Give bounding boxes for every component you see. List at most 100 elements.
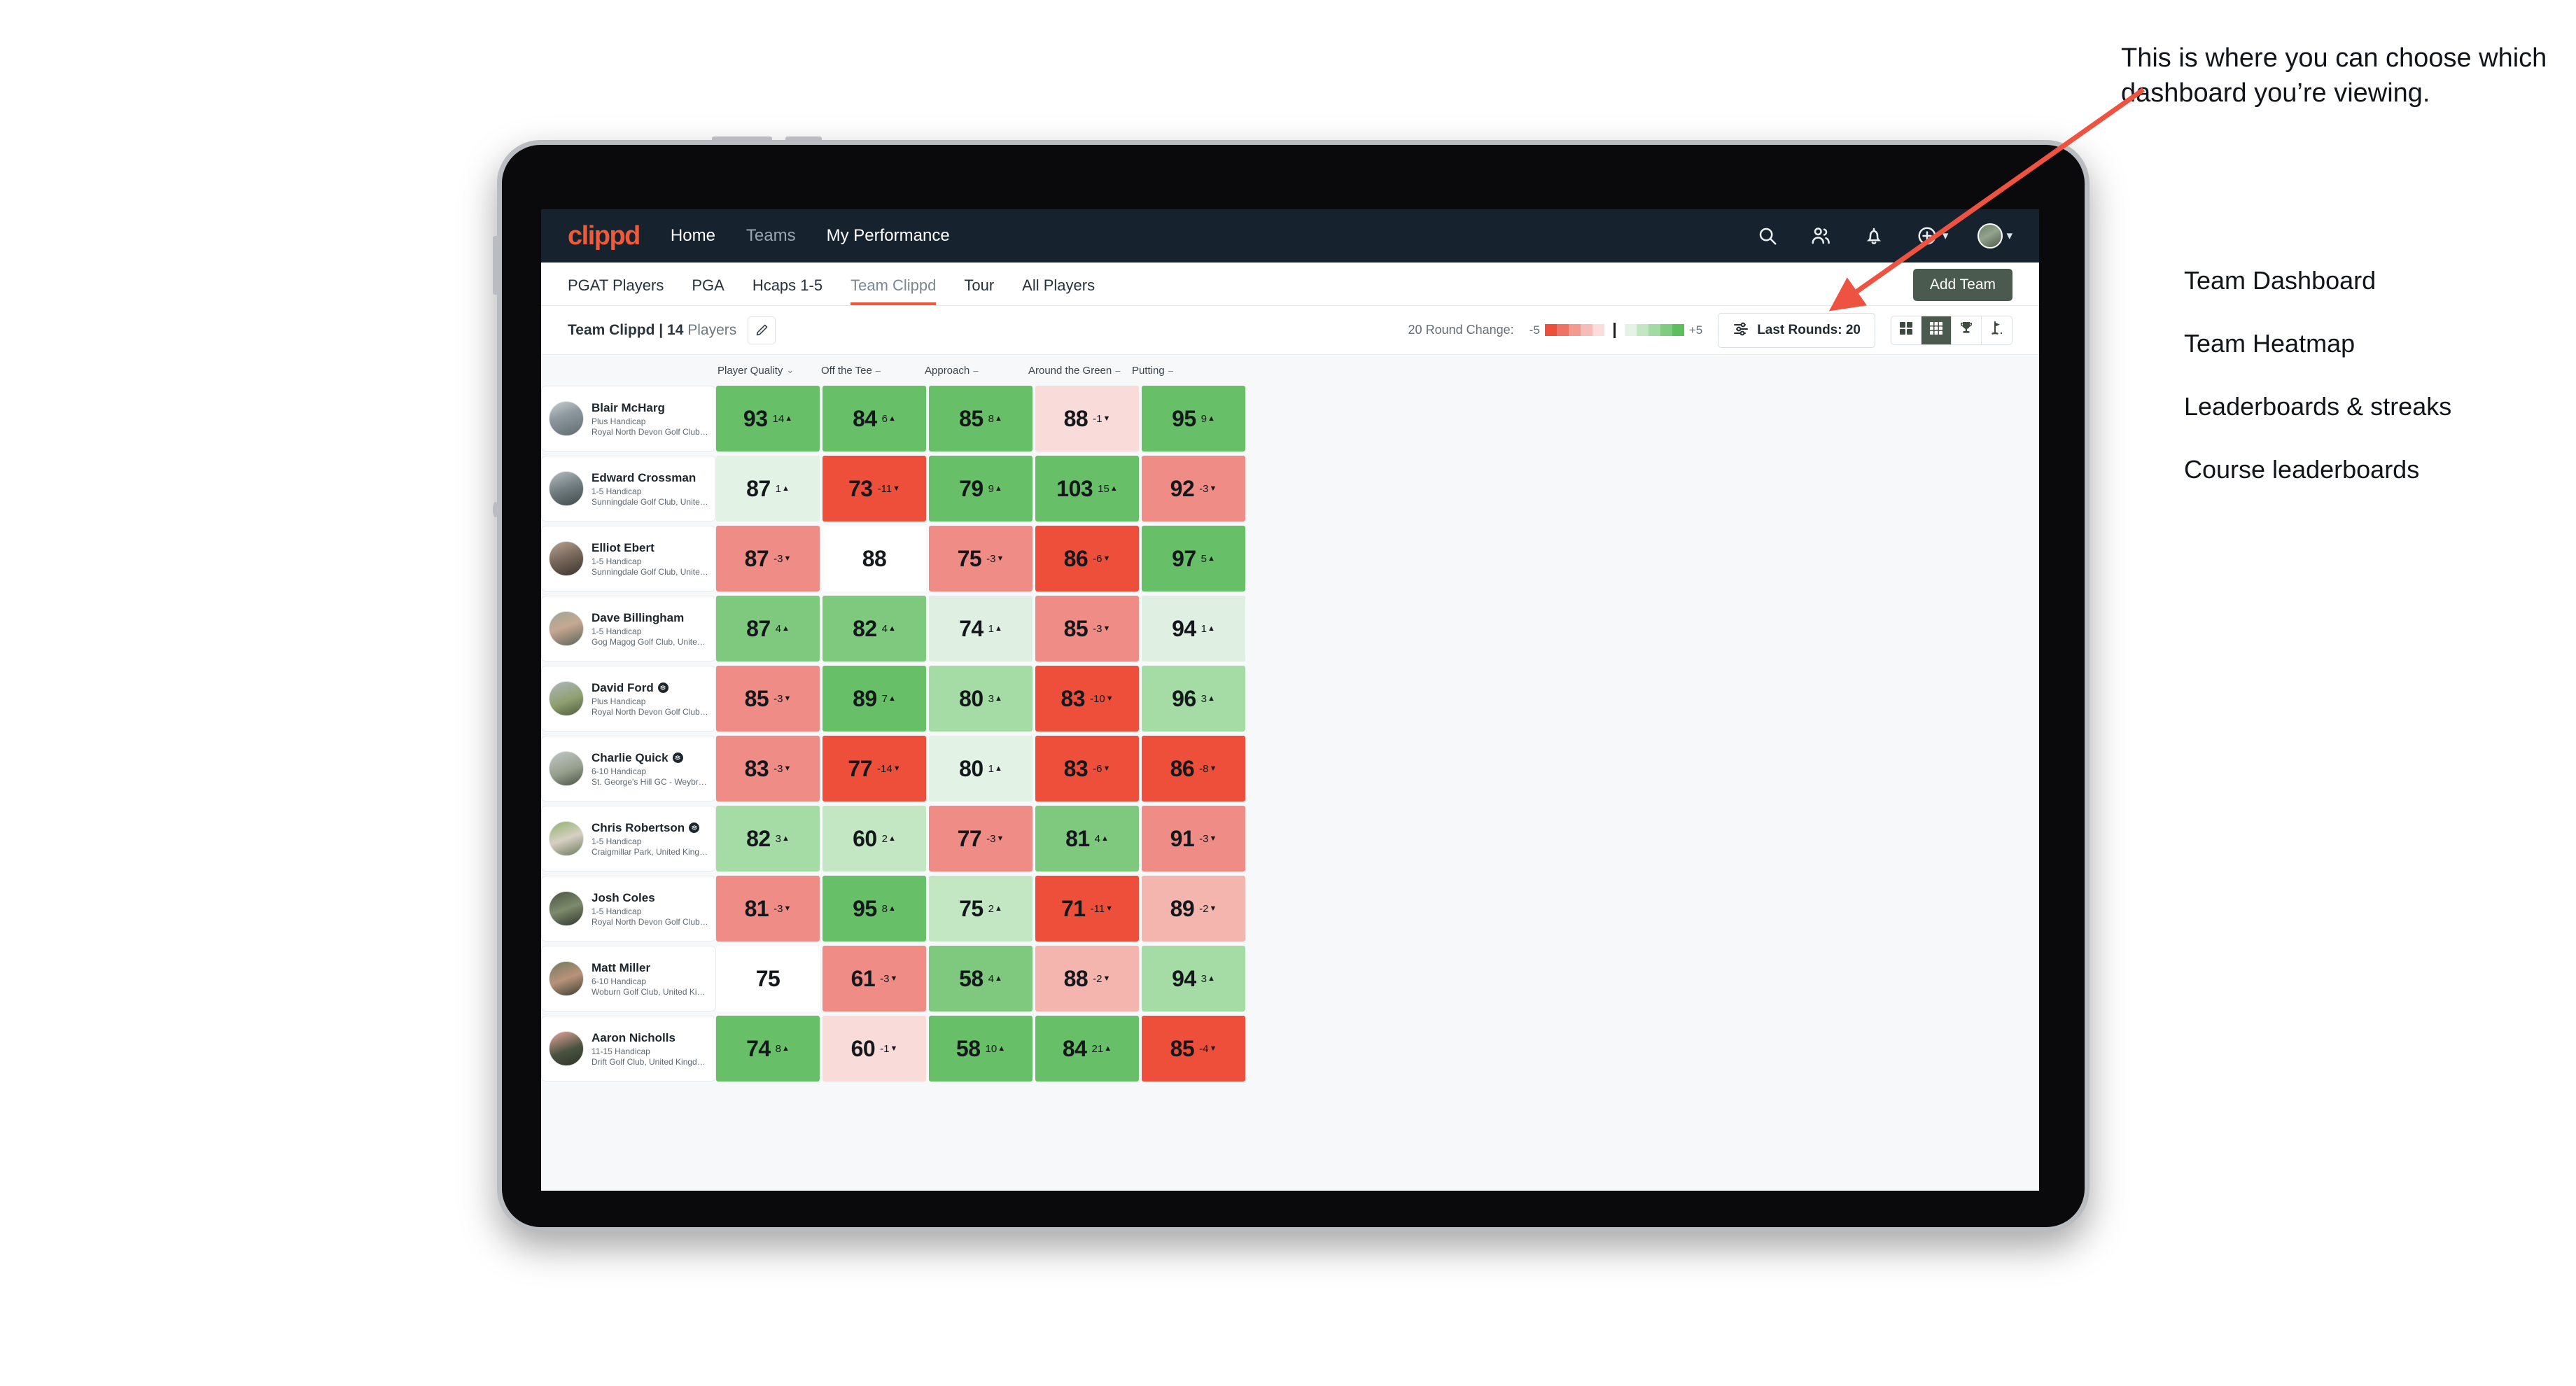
tab-tour[interactable]: Tour <box>964 276 994 305</box>
heatmap-cell[interactable]: 91 -3 ▼ <box>1142 806 1245 872</box>
cell-delta-value: 9 <box>988 482 995 495</box>
cell-delta: 7 ▲ <box>882 693 896 705</box>
player-card[interactable]: Elliot Ebert 1-5 Handicap Sunningdale Golf… <box>541 526 716 592</box>
heatmap-cell[interactable]: 82 4 ▲ <box>822 596 926 662</box>
column-header-around-the-green[interactable]: Around the Green – <box>1027 365 1130 377</box>
heatmap-cell[interactable]: 97 5 ▲ <box>1142 526 1245 592</box>
heatmap-cell[interactable]: 60 2 ▲ <box>822 806 926 872</box>
heatmap-cell[interactable]: 86 -8 ▼ <box>1142 736 1245 802</box>
heatmap-cell[interactable]: 77 -14 ▼ <box>822 736 926 802</box>
cell-delta-value: 10 <box>985 1042 997 1055</box>
arrow-down-icon: ▼ <box>890 1044 898 1053</box>
heatmap-cell[interactable]: 61 -3 ▼ <box>822 946 926 1011</box>
search-icon[interactable] <box>1756 224 1779 248</box>
heatmap-cell[interactable]: 81 4 ▲ <box>1035 806 1139 872</box>
heatmap-cell[interactable]: 83 -3 ▼ <box>716 736 820 802</box>
heatmap-cell[interactable]: 75 2 ▲ <box>929 876 1032 941</box>
heatmap-cell[interactable]: 84 21 ▲ <box>1035 1016 1139 1082</box>
cell-delta: 1 ▲ <box>988 623 1002 635</box>
cell-delta: -14 ▼ <box>877 763 901 775</box>
heatmap-cell[interactable]: 92 -3 ▼ <box>1142 456 1245 522</box>
heatmap-cell[interactable]: 73 -11 ▼ <box>822 456 926 522</box>
heatmap-cell[interactable]: 85 -3 ▼ <box>1035 596 1139 662</box>
player-card[interactable]: Aaron Nicholls 11-15 Handicap Drift Golf C… <box>541 1016 716 1082</box>
team-player-count: 14 <box>667 321 684 338</box>
cell-delta-value: 7 <box>881 692 888 705</box>
player-info: Blair McHarg Plus Handicap Royal North Dev… <box>592 401 708 437</box>
heatmap-cell[interactable]: 95 9 ▲ <box>1142 386 1245 451</box>
player-avatar <box>549 821 584 856</box>
heatmap-cell[interactable]: 87 4 ▲ <box>716 596 820 662</box>
heatmap-cell[interactable]: 89 -2 ▼ <box>1142 876 1245 941</box>
heatmap-cell[interactable]: 87 -3 ▼ <box>716 526 820 592</box>
heatmap-cell[interactable]: 71 -11 ▼ <box>1035 876 1139 941</box>
clippd-logo[interactable]: clippd <box>568 221 640 251</box>
cell-delta: 4 ▲ <box>776 623 790 635</box>
heatmap-cell[interactable]: 88 -1 ▼ <box>1035 386 1139 451</box>
heatmap-cell[interactable]: 58 10 ▲ <box>929 1016 1032 1082</box>
heatmap-cell[interactable]: 94 3 ▲ <box>1142 946 1245 1011</box>
heatmap-cell[interactable]: 74 8 ▲ <box>716 1016 820 1082</box>
heatmap-cell[interactable]: 85 -3 ▼ <box>716 666 820 732</box>
nav-link-teams[interactable]: Teams <box>746 226 796 246</box>
heatmap-cell[interactable]: 79 9 ▲ <box>929 456 1032 522</box>
tab-pga[interactable]: PGA <box>692 276 724 305</box>
arrow-down-icon: ▼ <box>1209 484 1217 493</box>
column-header-approach[interactable]: Approach – <box>923 365 1027 377</box>
player-name: Dave Billingham <box>592 611 708 625</box>
player-club: Drift Golf Club, United Kingdom <box>592 1056 708 1067</box>
heatmap-cell[interactable]: 74 1 ▲ <box>929 596 1032 662</box>
heatmap-cell[interactable]: 88 <box>822 526 926 592</box>
heatmap-cell[interactable]: 77 -3 ▼ <box>929 806 1032 872</box>
heatmap-cell[interactable]: 84 6 ▲ <box>822 386 926 451</box>
heatmap-cell[interactable]: 81 -3 ▼ <box>716 876 820 941</box>
player-card[interactable]: Blair McHarg Plus Handicap Royal North Dev… <box>541 386 716 451</box>
player-card[interactable]: Josh Coles 1-5 Handicap Royal North Devon … <box>541 876 716 941</box>
player-card[interactable]: Chris Robertson 1-5 Handicap Craigmillar P… <box>541 806 716 872</box>
heatmap-cell[interactable]: 95 8 ▲ <box>822 876 926 941</box>
heatmap-cell[interactable]: 75 <box>716 946 820 1011</box>
heatmap-cell[interactable]: 94 1 ▲ <box>1142 596 1245 662</box>
heatmap-cell[interactable]: 103 15 ▲ <box>1035 456 1139 522</box>
heatmap-cell[interactable]: 93 14 ▲ <box>716 386 820 451</box>
player-card[interactable]: Matt Miller 6-10 Handicap Woburn Golf Club… <box>541 946 716 1011</box>
heatmap-cell[interactable]: 85 -4 ▼ <box>1142 1016 1245 1082</box>
player-card[interactable]: Charlie Quick 6-10 Handicap St. George's H… <box>541 736 716 802</box>
cell-delta: -11 ▼ <box>878 483 900 495</box>
nav-link-home[interactable]: Home <box>671 226 715 246</box>
cell-delta-value: -1 <box>1093 412 1102 425</box>
cell-delta: 3 ▲ <box>1201 973 1215 985</box>
player-card[interactable]: Dave Billingham 1-5 Handicap Gog Magog Gol… <box>541 596 716 662</box>
player-card[interactable]: Edward Crossman 1-5 Handicap Sunningdale G… <box>541 456 716 522</box>
column-header-player-quality[interactable]: Player Quality ⌄ <box>716 365 820 377</box>
heatmap-cell[interactable]: 88 -2 ▼ <box>1035 946 1139 1011</box>
heatmap-cell[interactable]: 96 3 ▲ <box>1142 666 1245 732</box>
cell-delta-value: -11 <box>1090 902 1105 915</box>
column-header-off-the-tee[interactable]: Off the Tee – <box>820 365 923 377</box>
arrow-down-icon: ▼ <box>1102 624 1111 633</box>
player-card[interactable]: David Ford Plus Handicap Royal North Devon… <box>541 666 716 732</box>
heatmap-cell[interactable]: 83 -10 ▼ <box>1035 666 1139 732</box>
tab-team-clippd[interactable]: Team Clippd <box>850 276 937 305</box>
nav-link-my-performance[interactable]: My Performance <box>827 226 950 246</box>
heatmap-cell[interactable]: 80 3 ▲ <box>929 666 1032 732</box>
heatmap-cell[interactable]: 86 -6 ▼ <box>1035 526 1139 592</box>
heatmap-cell[interactable]: 83 -6 ▼ <box>1035 736 1139 802</box>
heatmap-cell[interactable]: 87 1 ▲ <box>716 456 820 522</box>
pencil-icon[interactable] <box>748 316 776 344</box>
tab-all-players[interactable]: All Players <box>1022 276 1095 305</box>
column-header-putting[interactable]: Putting – <box>1130 365 1234 377</box>
heatmap-cell[interactable]: 82 3 ▲ <box>716 806 820 872</box>
screenshot-root: clippd Home Teams My Performance ▾ ▾ PGA… <box>0 0 2576 1386</box>
tab-pgat-players[interactable]: PGAT Players <box>568 276 664 305</box>
team-separator: | <box>659 321 664 338</box>
heatmap-cell[interactable]: 85 8 ▲ <box>929 386 1032 451</box>
heatmap-cell[interactable]: 80 1 ▲ <box>929 736 1032 802</box>
tab-hcaps-1-5[interactable]: Hcaps 1-5 <box>752 276 822 305</box>
cell-value: 92 <box>1170 475 1195 501</box>
heatmap-cell[interactable]: 58 4 ▲ <box>929 946 1032 1011</box>
cell-value: 83 <box>1063 755 1088 781</box>
heatmap-cell[interactable]: 89 7 ▲ <box>822 666 926 732</box>
heatmap-cell[interactable]: 75 -3 ▼ <box>929 526 1032 592</box>
heatmap-cell[interactable]: 60 -1 ▼ <box>822 1016 926 1082</box>
